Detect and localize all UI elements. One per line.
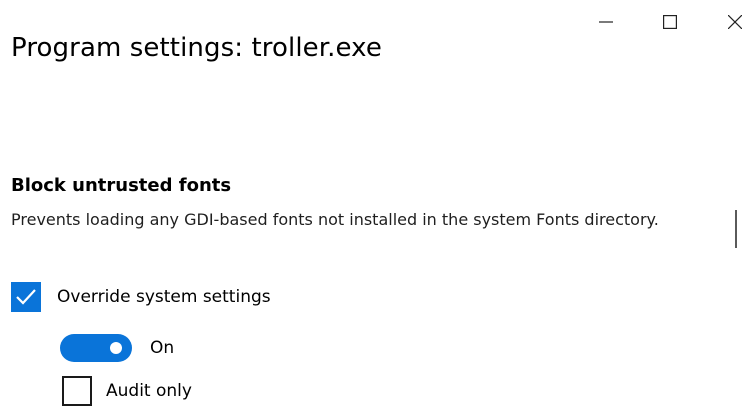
override-system-settings-checkbox[interactable]: Override system settings [11,282,271,312]
checkbox-checked-box[interactable] [11,282,41,312]
override-label: Override system settings [57,287,271,307]
toggle-state-label: On [150,338,175,358]
page-title: Program settings: troller.exe [11,33,382,63]
audit-only-checkbox[interactable]: Audit only [62,376,192,406]
checkmark-icon [16,289,36,305]
close-button[interactable] [705,0,751,44]
close-icon [728,15,742,29]
checkbox-unchecked-box[interactable] [62,376,92,406]
toggle-switch[interactable] [60,334,132,362]
maximize-button[interactable] [640,0,700,44]
minimize-button[interactable] [576,0,636,44]
on-off-toggle[interactable]: On [60,334,174,362]
setting-description: Prevents loading any GDI-based fonts not… [11,210,659,229]
scrollbar-thumb[interactable] [735,210,737,248]
minimize-icon [599,21,613,23]
setting-title: Block untrusted fonts [11,175,232,196]
program-settings-window: Program settings: troller.exe Block untr… [0,0,751,406]
toggle-knob [110,342,122,354]
audit-only-label: Audit only [106,381,192,401]
maximize-icon [663,15,677,29]
